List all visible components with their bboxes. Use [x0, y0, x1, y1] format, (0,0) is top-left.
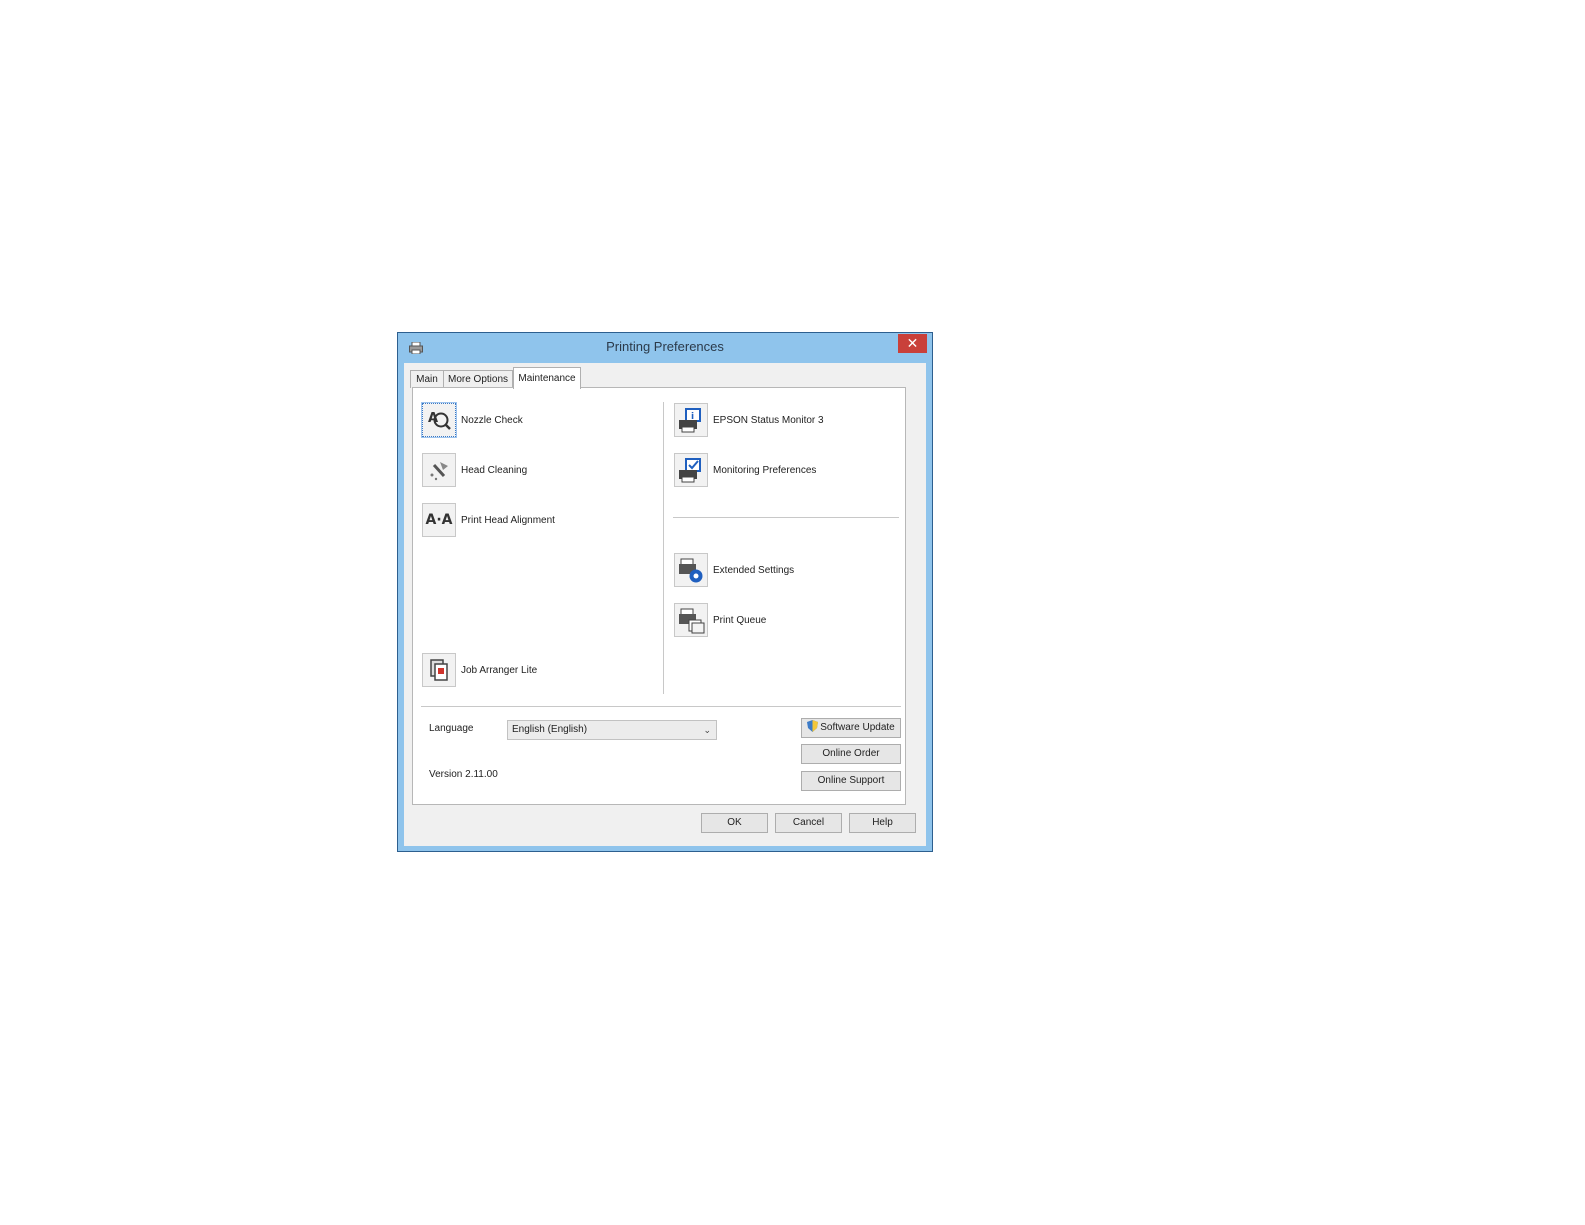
head-cleaning-label: Head Cleaning [461, 464, 528, 476]
nozzle-check-label: Nozzle Check [461, 414, 523, 426]
status-monitor-item[interactable]: i EPSON Status Monitor 3 [674, 402, 824, 438]
version-text: Version 2.11.00 [429, 769, 498, 780]
status-monitor-icon: i [679, 408, 701, 433]
help-button[interactable]: Help [849, 813, 916, 833]
head-cleaning-icon [430, 462, 448, 481]
head-cleaning-item[interactable]: Head Cleaning [422, 452, 527, 488]
extended-settings-button[interactable] [674, 553, 708, 587]
monitoring-preferences-item[interactable]: Monitoring Preferences [674, 452, 816, 488]
column-divider [663, 402, 664, 694]
close-button[interactable]: ✕ [898, 334, 927, 353]
print-head-alignment-button[interactable]: A·A [422, 503, 456, 537]
print-queue-item[interactable]: Print Queue [674, 602, 766, 638]
print-queue-label: Print Queue [713, 614, 767, 626]
nozzle-check-icon: A [428, 411, 451, 430]
job-arranger-lite-label: Job Arranger Lite [461, 664, 538, 676]
print-head-alignment-item[interactable]: A·A Print Head Alignment [422, 502, 555, 538]
print-queue-button[interactable] [674, 603, 708, 637]
dialog-client-area: Main More Options Maintenance A Nozzle C… [404, 363, 926, 846]
extended-settings-label: Extended Settings [713, 564, 795, 576]
online-order-button[interactable]: Online Order [801, 744, 901, 764]
tab-maintenance[interactable]: Maintenance [513, 367, 581, 389]
monitoring-preferences-icon [679, 458, 701, 483]
ok-button[interactable]: OK [701, 813, 768, 833]
monitoring-preferences-label: Monitoring Preferences [713, 464, 817, 476]
shield-icon [807, 720, 819, 732]
job-arranger-icon [430, 659, 448, 681]
tab-main[interactable]: Main [410, 370, 444, 388]
right-divider [673, 517, 899, 518]
monitoring-preferences-button[interactable] [674, 453, 708, 487]
status-monitor-label: EPSON Status Monitor 3 [713, 414, 824, 426]
language-selected-value: English (English) [512, 724, 588, 735]
software-update-button[interactable]: Software Update [801, 718, 901, 738]
cancel-button[interactable]: Cancel [775, 813, 842, 833]
job-arranger-lite-button[interactable] [422, 653, 456, 687]
status-monitor-button[interactable]: i [674, 403, 708, 437]
nozzle-check-button[interactable]: A [421, 402, 457, 438]
online-support-button[interactable]: Online Support [801, 771, 901, 791]
chevron-down-icon: ⌄ [703, 725, 711, 735]
print-head-alignment-icon: A·A [425, 512, 453, 528]
language-select[interactable]: English (English) ⌄ [507, 720, 717, 740]
print-queue-icon [679, 608, 705, 634]
head-cleaning-button[interactable] [422, 453, 456, 487]
tab-more-options[interactable]: More Options [443, 370, 513, 388]
language-label: Language [429, 723, 474, 734]
extended-settings-icon [679, 558, 703, 583]
print-head-alignment-label: Print Head Alignment [461, 514, 555, 526]
window-title: Printing Preferences [606, 339, 724, 354]
job-arranger-lite-item[interactable]: Job Arranger Lite [422, 652, 537, 688]
software-update-label: Software Update [820, 722, 895, 733]
printing-preferences-dialog: Printing Preferences ✕ Main More Options… [397, 332, 933, 852]
extended-settings-item[interactable]: Extended Settings [674, 552, 794, 588]
nozzle-check-item[interactable]: A Nozzle Check [421, 402, 523, 438]
maintenance-panel: A Nozzle Check Head Cleaning A·A Print H… [412, 387, 906, 805]
bottom-divider [421, 706, 901, 707]
title-bar[interactable]: Printing Preferences ✕ [398, 333, 932, 363]
